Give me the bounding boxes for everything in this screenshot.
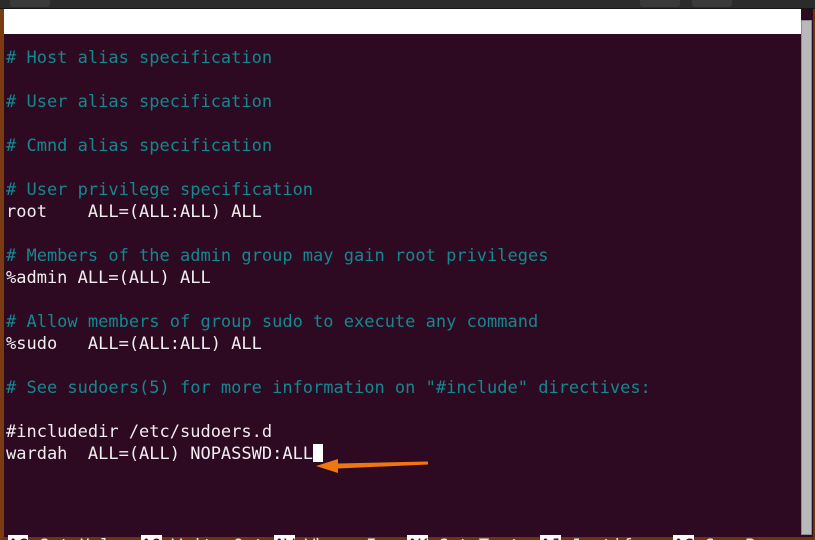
shortcut-label: Get Help xyxy=(28,536,141,540)
editor-line[interactable]: wardah ALL=(ALL) NOPASSWD:ALL xyxy=(6,443,799,465)
editor-line[interactable]: # Allow members of group sudo to execute… xyxy=(6,311,799,333)
editor-line[interactable]: # User alias specification xyxy=(6,91,799,113)
editor-line[interactable] xyxy=(6,289,799,311)
shortcut-key: ^J xyxy=(540,535,561,540)
editor-line[interactable]: # User privilege specification xyxy=(6,179,799,201)
editor-line[interactable]: root ALL=(ALL:ALL) ALL xyxy=(6,201,799,223)
editor-line[interactable] xyxy=(6,355,799,377)
terminal-window-screenshot: GNU nano 4.8 /etc/sudoers.tmp Modified #… xyxy=(0,0,815,540)
shortcut-entry[interactable]: ^C Cur Pos xyxy=(673,534,776,540)
nano-shortcut-row-primary: ^G Get Help ^O Write Out ^W Where Is ^K … xyxy=(8,534,805,540)
window-button-left[interactable] xyxy=(10,0,50,7)
comment-text: # Host alias specification xyxy=(6,48,273,68)
comment-text: # User privilege specification xyxy=(6,180,314,200)
scrollbar-thumb[interactable] xyxy=(801,20,812,535)
window-button-maximize[interactable] xyxy=(692,0,732,7)
terminal-scrollbar[interactable] xyxy=(801,9,812,537)
comment-text: # Allow members of group sudo to execute… xyxy=(6,312,539,332)
shortcut-key: ^O xyxy=(141,535,162,540)
comment-text: # See sudoers(5) for more information on… xyxy=(6,378,651,398)
editor-line[interactable] xyxy=(6,113,799,135)
nano-title-bar: GNU nano 4.8 /etc/sudoers.tmp Modified xyxy=(4,9,807,34)
shortcut-label: Where Is xyxy=(295,536,408,540)
config-text: %sudo ALL=(ALL:ALL) ALL xyxy=(6,334,262,354)
editor-line[interactable]: # Host alias specification xyxy=(6,47,799,69)
editor-line[interactable]: # Members of the admin group may gain ro… xyxy=(6,245,799,267)
nano-shortcut-bar: ^G Get Help ^O Write Out ^W Where Is ^K … xyxy=(8,486,805,540)
comment-text: # Members of the admin group may gain ro… xyxy=(6,246,549,266)
editor-line[interactable]: %admin ALL=(ALL) ALL xyxy=(6,267,799,289)
nano-editor-content[interactable]: # Host alias specification # User alias s… xyxy=(4,34,799,471)
shortcut-label: Cur Pos xyxy=(694,536,776,540)
editor-line[interactable] xyxy=(6,157,799,179)
shortcut-entry[interactable]: ^K Cut Text xyxy=(407,534,540,540)
window-chrome-bar xyxy=(0,0,815,9)
config-text: #includedir /etc/sudoers.d xyxy=(6,422,273,442)
shortcut-entry[interactable]: ^J Justify xyxy=(540,534,673,540)
shortcut-label: Cut Text xyxy=(428,536,541,540)
shortcut-entry[interactable]: ^O Write Out xyxy=(141,534,274,540)
editor-line[interactable]: %sudo ALL=(ALL:ALL) ALL xyxy=(6,333,799,355)
editor-line[interactable] xyxy=(6,399,799,421)
shortcut-key: ^W xyxy=(274,535,295,540)
editor-line[interactable]: # See sudoers(5) for more information on… xyxy=(6,377,799,399)
shortcut-entry[interactable]: ^W Where Is xyxy=(274,534,407,540)
editor-line[interactable] xyxy=(6,69,799,91)
terminal-frame: GNU nano 4.8 /etc/sudoers.tmp Modified #… xyxy=(0,9,815,540)
editor-line[interactable] xyxy=(6,223,799,245)
shortcut-key: ^K xyxy=(407,535,428,540)
shortcut-key: ^G xyxy=(8,535,29,540)
config-text: wardah ALL=(ALL) NOPASSWD:ALL xyxy=(6,444,314,464)
shortcut-entry[interactable]: ^G Get Help xyxy=(8,534,141,540)
comment-text: # Cmnd alias specification xyxy=(6,136,273,156)
editor-line[interactable]: # Cmnd alias specification xyxy=(6,135,799,157)
comment-text: # User alias specification xyxy=(6,92,273,112)
window-button-minimize[interactable] xyxy=(640,0,680,7)
shortcut-label: Write Out xyxy=(162,536,275,540)
shortcut-label: Justify xyxy=(561,536,674,540)
config-text: root ALL=(ALL:ALL) ALL xyxy=(6,202,262,222)
editor-line[interactable]: #includedir /etc/sudoers.d xyxy=(6,421,799,443)
shortcut-key: ^C xyxy=(673,535,694,540)
config-text: %admin ALL=(ALL) ALL xyxy=(6,268,211,288)
text-cursor xyxy=(313,444,324,462)
